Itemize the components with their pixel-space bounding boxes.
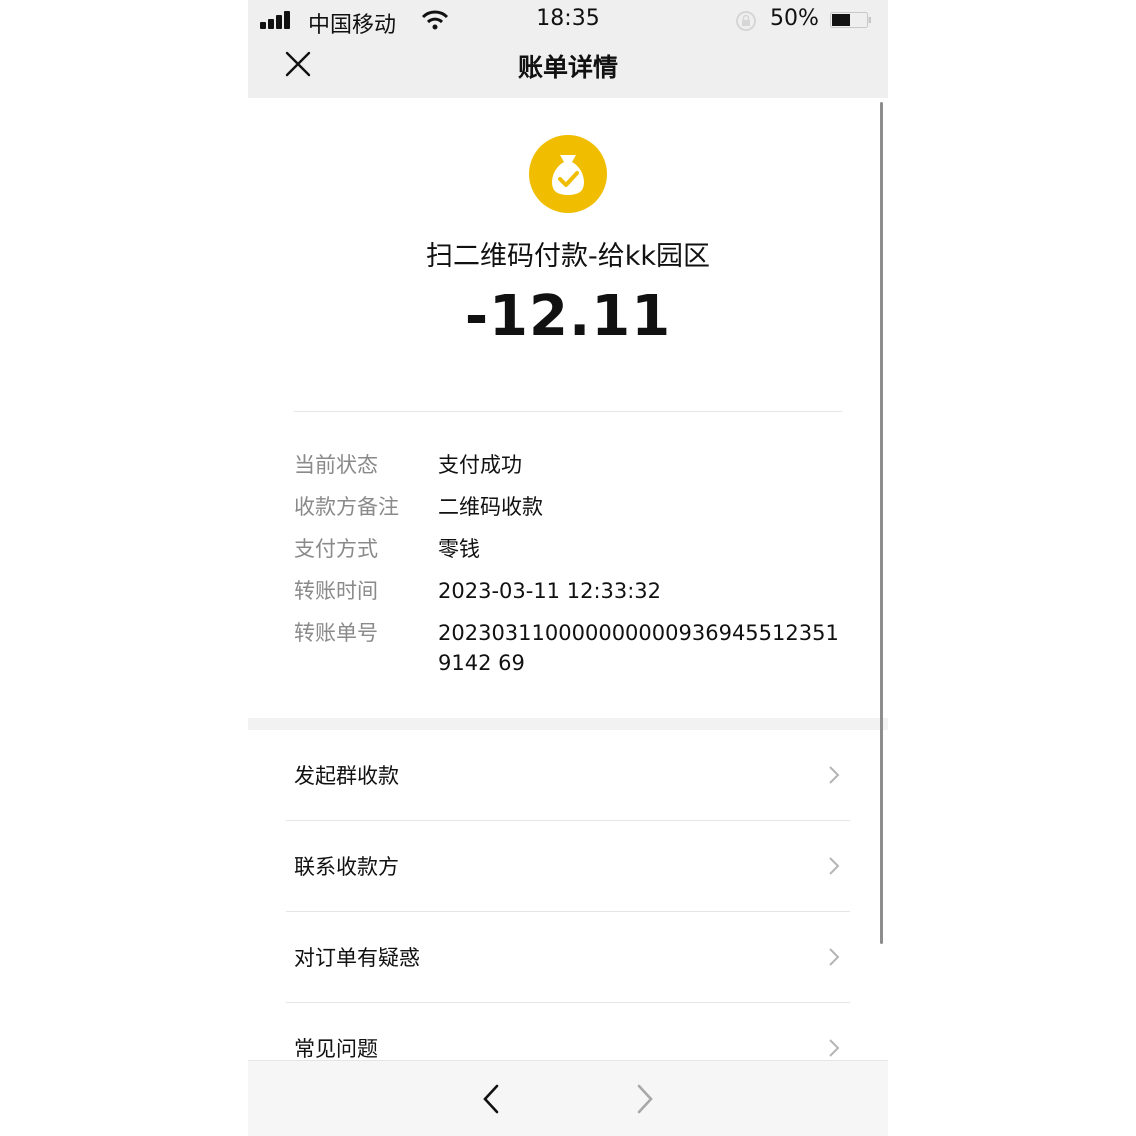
phone-screen: 中国移动 18:35 50% 账单详情 扫二维码付款-给kk园区 -12.11 … — [248, 0, 888, 1136]
menu-item-group-collect[interactable]: 发起群收款 — [248, 730, 888, 821]
detail-row: 转账时间 2023-03-11 12:33:32 — [294, 576, 854, 606]
battery-icon — [830, 12, 871, 28]
bill-detail-content[interactable]: 扫二维码付款-给kk园区 -12.11 当前状态 支付成功 收款方备注 二维码收… — [248, 98, 888, 1060]
menu-item-faq[interactable]: 常见问题 — [248, 1003, 888, 1060]
top-bar: 中国移动 18:35 50% 账单详情 — [248, 0, 888, 98]
detail-value: 2023-03-11 12:33:32 — [438, 579, 662, 603]
detail-value: 二维码收款 — [438, 495, 543, 519]
status-bar: 中国移动 18:35 50% — [248, 0, 888, 40]
chevron-right-icon — [829, 857, 840, 875]
chevron-right-icon — [829, 948, 840, 966]
detail-label: 当前状态 — [294, 453, 378, 477]
details-list: 当前状态 支付成功 收款方备注 二维码收款 支付方式 零钱 转账时间 2023-… — [294, 450, 854, 690]
detail-value: 2023031100000000009369455123519142 69 — [438, 621, 839, 675]
section-gap — [248, 718, 888, 730]
detail-row: 支付方式 零钱 — [294, 534, 854, 564]
payment-amount: -12.11 — [464, 284, 672, 349]
chevron-right-icon — [829, 1039, 840, 1057]
detail-label: 支付方式 — [294, 537, 378, 561]
scrollbar[interactable] — [880, 102, 883, 944]
detail-label: 转账时间 — [294, 579, 378, 603]
menu-item-order-question[interactable]: 对订单有疑惑 — [248, 912, 888, 1003]
menu-item-contact-payee[interactable]: 联系收款方 — [248, 821, 888, 912]
detail-row: 当前状态 支付成功 — [294, 450, 854, 480]
merchant-name: 扫二维码付款-给kk园区 — [425, 241, 710, 272]
action-menu: 发起群收款 联系收款方 对订单有疑惑 常见问题 — [248, 730, 888, 1060]
page-title: 账单详情 — [517, 53, 618, 82]
divider — [294, 411, 842, 412]
menu-item-label: 联系收款方 — [294, 855, 399, 879]
detail-row: 转账单号 2023031100000000009369455123519142 … — [294, 618, 854, 678]
detail-row: 收款方备注 二维码收款 — [294, 492, 854, 522]
chevron-right-icon[interactable] — [634, 1083, 656, 1115]
chevron-right-icon — [829, 766, 840, 784]
chevron-left-icon[interactable] — [480, 1083, 502, 1115]
detail-label: 转账单号 — [294, 621, 378, 645]
menu-item-label: 对订单有疑惑 — [294, 946, 420, 970]
orientation-lock-icon — [736, 11, 756, 31]
menu-item-label: 常见问题 — [294, 1037, 378, 1060]
detail-value: 支付成功 — [438, 453, 522, 477]
detail-label: 收款方备注 — [294, 495, 399, 519]
battery-percent: 50% — [770, 6, 819, 31]
menu-item-label: 发起群收款 — [294, 764, 399, 788]
money-bag-check-icon — [529, 135, 607, 213]
bottom-nav-bar — [248, 1060, 888, 1136]
detail-value: 零钱 — [438, 537, 480, 561]
